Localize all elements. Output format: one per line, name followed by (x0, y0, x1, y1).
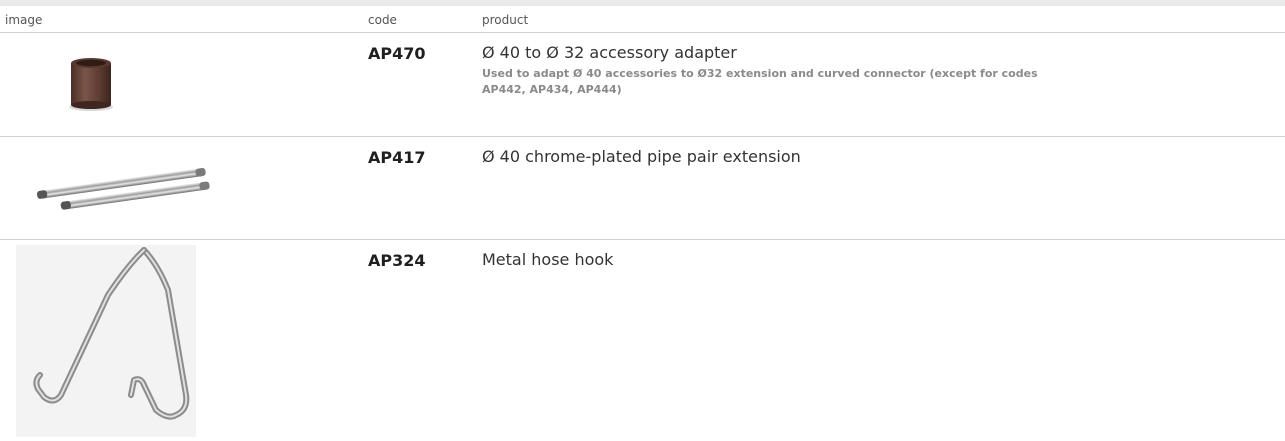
column-header-product: product (482, 13, 529, 27)
adapter-sleeve-icon (40, 45, 140, 129)
column-header-code: code (368, 13, 397, 27)
product-title: Ø 40 to Ø 32 accessory adapter (482, 43, 737, 62)
table-header: image code product (0, 6, 1285, 33)
product-description: Used to adapt Ø 40 accessories to Ø32 ex… (482, 67, 1038, 96)
product-code: AP324 (368, 251, 426, 270)
table-row: AP417 Ø 40 chrome-plated pipe pair exten… (0, 137, 1285, 240)
product-code: AP417 (368, 148, 426, 167)
product-code: AP470 (368, 44, 426, 63)
pipe-pair-icon (30, 165, 220, 229)
table-row: AP470 Ø 40 to Ø 32 accessory adapter Use… (0, 33, 1285, 137)
table-row: AP324 Metal hose hook (0, 240, 1285, 441)
hose-hook-icon (16, 245, 196, 441)
column-header-image: image (5, 13, 43, 27)
product-title: Metal hose hook (482, 250, 614, 269)
product-title: Ø 40 chrome-plated pipe pair extension (482, 147, 801, 166)
